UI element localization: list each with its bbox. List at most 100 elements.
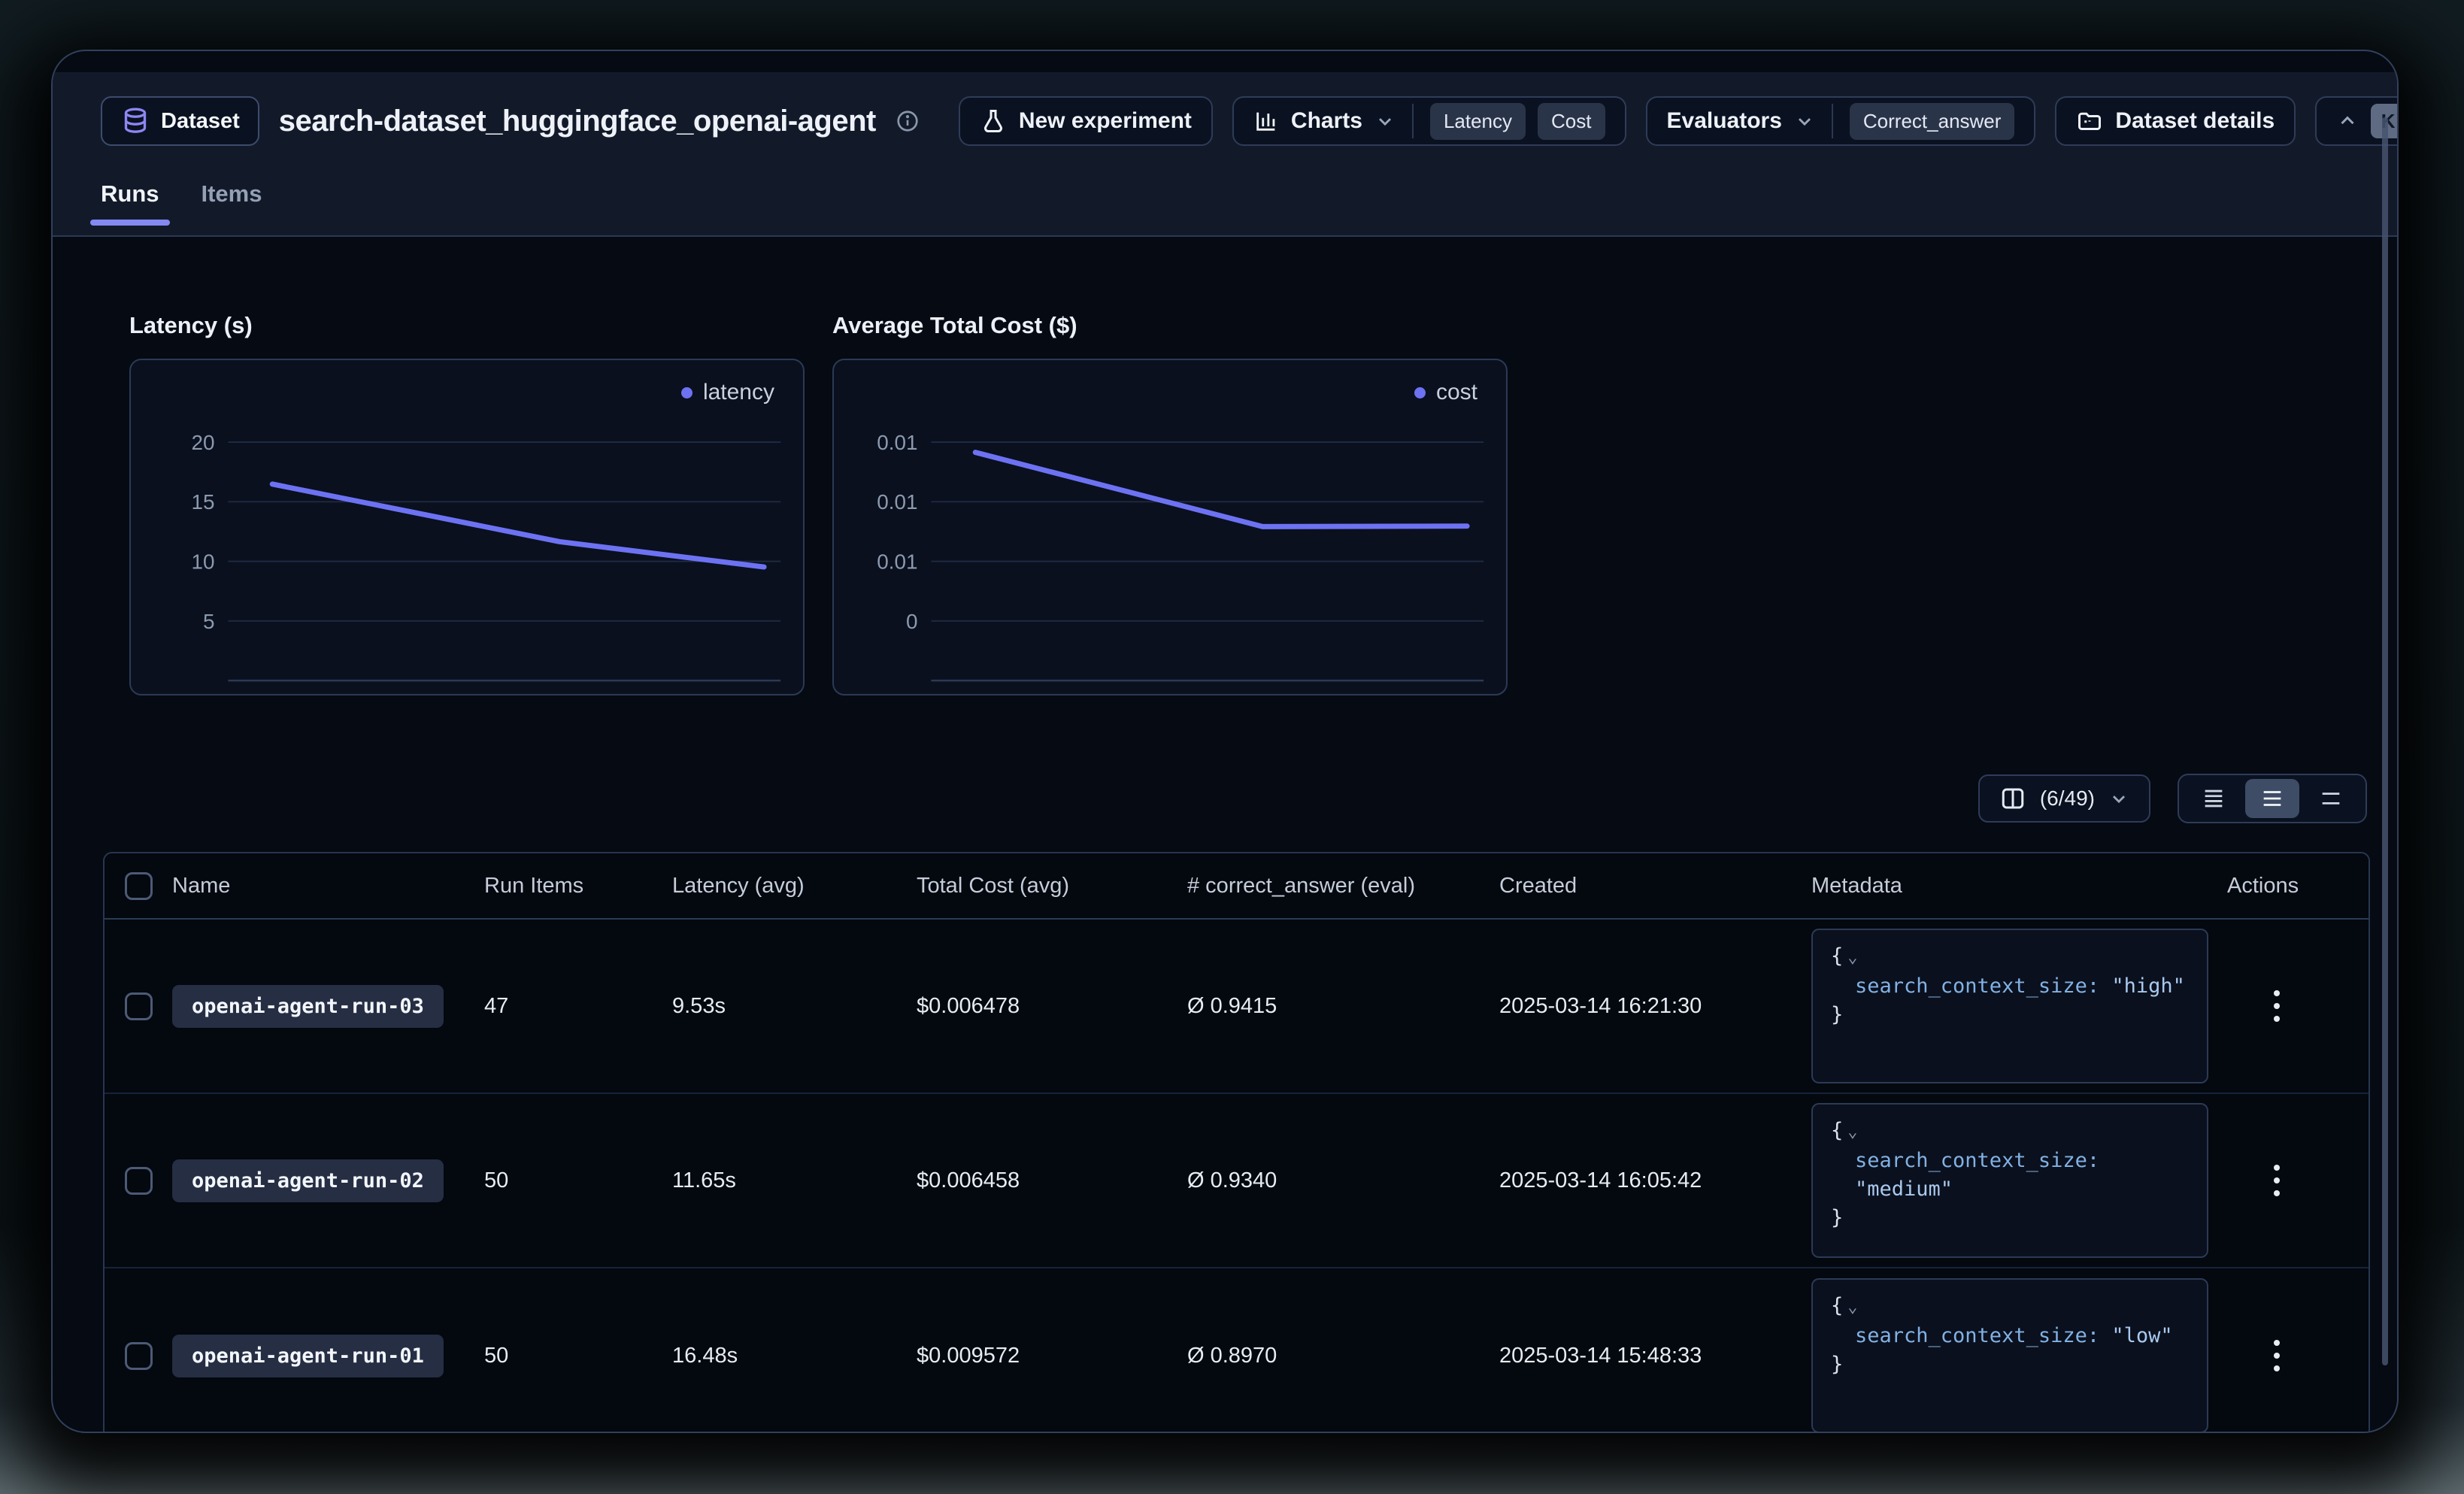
correct-answer-value: Ø 0.9340 <box>1187 1168 1499 1193</box>
legend-label: latency <box>703 380 774 405</box>
run-name-badge[interactable]: openai-agent-run-03 <box>172 985 444 1028</box>
row-height-large[interactable] <box>2304 779 2358 818</box>
col-header-actions: Actions <box>2227 874 2369 899</box>
json-value: "medium" <box>1855 1177 1953 1201</box>
total-cost-value: $0.006478 <box>917 994 1187 1019</box>
divider <box>1832 104 1833 138</box>
row-checkbox[interactable] <box>125 1342 153 1370</box>
col-header-latency: Latency (avg) <box>672 874 917 899</box>
table-controls: (6/49) <box>53 774 2367 823</box>
row-checkbox[interactable] <box>125 1167 153 1195</box>
row-height-small[interactable] <box>2187 779 2241 818</box>
latency-value: 9.53s <box>672 994 917 1019</box>
row-actions-button[interactable] <box>2254 1329 2299 1382</box>
table-row: openai-agent-run-01 50 16.48s $0.009572 … <box>105 1268 2369 1433</box>
chip-correct-answer[interactable]: Correct_answer <box>1850 103 2015 140</box>
json-value: "low" <box>2111 1324 2172 1347</box>
select-all-checkbox[interactable] <box>125 872 153 900</box>
tab-bar: Runs Items <box>101 180 2349 224</box>
cost-chart-title: Average Total Cost ($) <box>832 312 1508 339</box>
run-items-value: 50 <box>484 1344 672 1368</box>
json-value: "high" <box>2111 974 2185 998</box>
latency-line-chart: 2015105 <box>131 360 803 694</box>
flask-icon <box>980 108 1007 135</box>
json-key: search_context_size: <box>1855 1149 2099 1172</box>
correct-answer-value: Ø 0.9415 <box>1187 994 1499 1019</box>
tab-runs[interactable]: Runs <box>101 180 159 224</box>
columns-count: (6/49) <box>2040 786 2095 811</box>
col-header-metadata: Metadata <box>1811 874 2227 899</box>
col-header-run-items: Run Items <box>484 874 672 899</box>
column-visibility-button[interactable]: (6/49) <box>1978 774 2150 823</box>
col-header-name: Name <box>172 874 484 899</box>
info-icon[interactable] <box>896 109 920 133</box>
latency-legend: latency <box>681 380 774 405</box>
svg-text:0: 0 <box>906 610 918 633</box>
chevron-down-icon <box>2108 788 2129 809</box>
json-close-brace: } <box>1831 1204 2189 1232</box>
chip-cost[interactable]: Cost <box>1538 103 1605 140</box>
col-header-correct-answer: # correct_answer (eval) <box>1187 874 1499 899</box>
evaluators-dropdown[interactable]: Evaluators <box>1667 108 1782 134</box>
svg-text:20: 20 <box>192 431 215 454</box>
vertical-scrollbar[interactable] <box>2382 117 2388 1365</box>
latency-value: 16.48s <box>672 1344 917 1368</box>
cost-chart-card: 0.010.010.010 cost <box>832 359 1508 695</box>
metadata-json: {⌄ search_context_size: "medium" } <box>1811 1103 2208 1258</box>
legend-dot-icon <box>1414 387 1426 399</box>
json-open-brace: { <box>1831 1119 1843 1142</box>
cost-line-chart: 0.010.010.010 <box>834 360 1506 694</box>
dataset-details-label: Dataset details <box>2115 108 2275 134</box>
select-all-cell <box>105 872 172 900</box>
run-items-value: 50 <box>484 1168 672 1193</box>
cost-legend: cost <box>1414 380 1477 405</box>
created-value: 2025-03-14 16:21:30 <box>1499 994 1811 1019</box>
json-key: search_context_size: <box>1855 974 2099 998</box>
database-icon <box>120 106 150 136</box>
row-actions-button[interactable] <box>2254 980 2299 1032</box>
svg-text:15: 15 <box>192 490 215 514</box>
new-experiment-button[interactable]: New experiment <box>959 96 1213 146</box>
table-row: openai-agent-run-03 47 9.53s $0.006478 Ø… <box>105 920 2369 1094</box>
title-row: Dataset search-dataset_huggingface_opena… <box>101 72 2349 170</box>
chevron-down-icon[interactable] <box>1374 111 1396 132</box>
latency-chart-block: Latency (s) 2015105 latency <box>129 312 805 695</box>
latency-chart-card: 2015105 latency <box>129 359 805 695</box>
latency-chart-title: Latency (s) <box>129 312 805 339</box>
divider <box>1412 104 1414 138</box>
created-value: 2025-03-14 16:05:42 <box>1499 1168 1811 1193</box>
cost-chart-block: Average Total Cost ($) 0.010.010.010 cos… <box>832 312 1508 695</box>
row-actions-button[interactable] <box>2254 1154 2299 1207</box>
metadata-json: {⌄ search_context_size: "high" } <box>1811 929 2208 1083</box>
charts-dropdown[interactable]: Charts <box>1291 108 1362 134</box>
legend-label: cost <box>1436 380 1477 405</box>
chevron-down-icon[interactable] <box>1794 111 1815 132</box>
json-collapse-icon[interactable]: ⌄ <box>1847 1298 1857 1317</box>
top-bar: Dataset search-dataset_huggingface_opena… <box>53 72 2397 237</box>
chip-latency[interactable]: Latency <box>1430 103 1526 140</box>
json-collapse-icon[interactable]: ⌄ <box>1847 1123 1857 1141</box>
svg-text:0.01: 0.01 <box>877 431 917 454</box>
row-height-medium[interactable] <box>2245 779 2299 818</box>
folder-icon <box>2076 108 2103 135</box>
row-checkbox[interactable] <box>125 992 153 1020</box>
main-content: Latency (s) 2015105 latency Average Tota… <box>53 312 2397 1433</box>
json-collapse-icon[interactable]: ⌄ <box>1847 948 1857 967</box>
tab-items[interactable]: Items <box>202 180 262 224</box>
charts-row: Latency (s) 2015105 latency Average Tota… <box>129 312 2397 695</box>
dataset-details-button[interactable]: Dataset details <box>2055 96 2296 146</box>
charts-group: Charts Latency Cost <box>1232 96 1626 146</box>
json-open-brace: { <box>1831 944 1843 968</box>
json-key: search_context_size: <box>1855 1324 2099 1347</box>
new-experiment-label: New experiment <box>1019 108 1192 134</box>
run-name-badge[interactable]: openai-agent-run-01 <box>172 1335 444 1377</box>
run-name-badge[interactable]: openai-agent-run-02 <box>172 1159 444 1202</box>
json-close-brace: } <box>1831 1001 2189 1029</box>
table-row: openai-agent-run-02 50 11.65s $0.006458 … <box>105 1094 2369 1268</box>
svg-text:0.01: 0.01 <box>877 550 917 574</box>
latency-value: 11.65s <box>672 1168 917 1193</box>
dataset-badge: Dataset <box>101 96 259 146</box>
page-title: search-dataset_huggingface_openai-agent <box>279 105 876 138</box>
columns-icon <box>1999 785 2026 812</box>
total-cost-value: $0.009572 <box>917 1344 1187 1368</box>
